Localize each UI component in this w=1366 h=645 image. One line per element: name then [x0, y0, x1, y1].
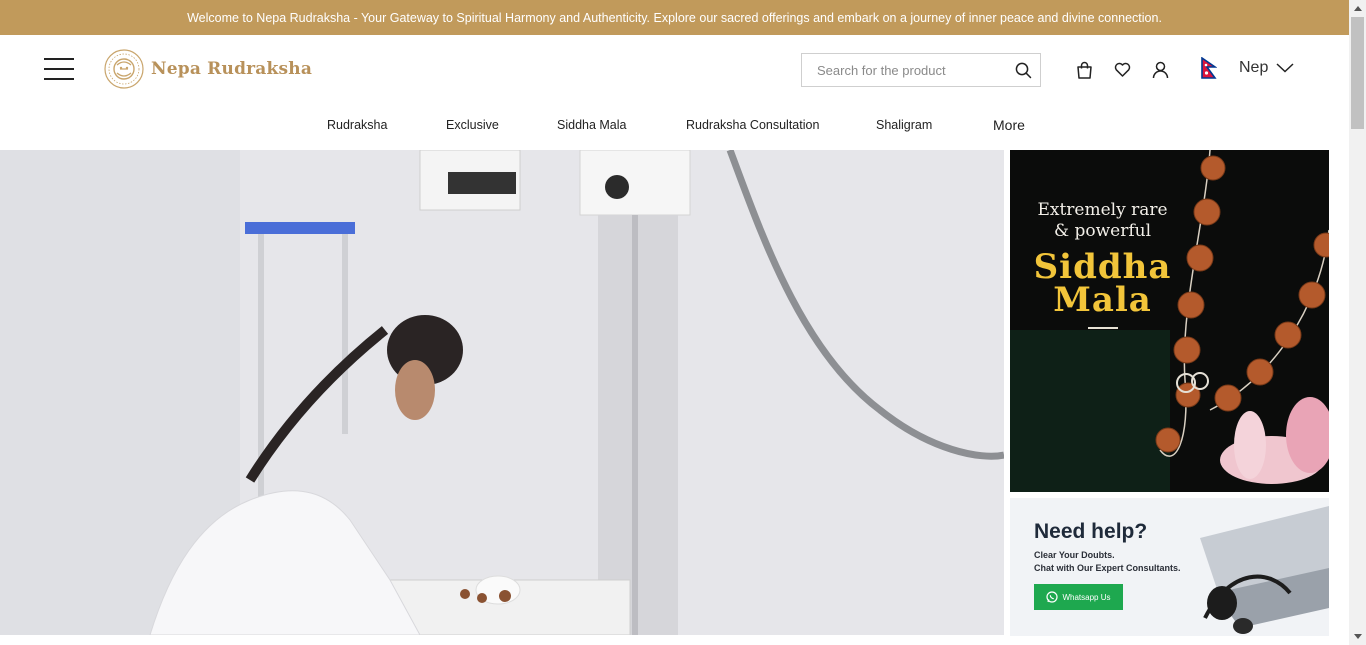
cart-button[interactable] — [1074, 60, 1094, 80]
wishlist-button[interactable] — [1112, 60, 1132, 80]
scroll-thumb[interactable] — [1351, 17, 1364, 129]
site-logo[interactable]: Nepa Rudraksha — [103, 48, 312, 90]
rudraksha-logo-icon — [104, 49, 144, 89]
country-label: Nep — [1239, 59, 1269, 76]
search-button[interactable] — [1006, 54, 1040, 86]
siddha-mala-promo[interactable]: Extremely rare & powerful Siddha Mala — [1010, 150, 1329, 492]
promo-tagline-2: & powerful — [1053, 221, 1152, 241]
site-header: Nepa Rudraksha Search for the product Ne… — [0, 35, 1349, 105]
shopping-bag-icon — [1076, 61, 1092, 79]
whatsapp-button[interactable]: Whatsapp Us — [1034, 584, 1123, 610]
hero-banner[interactable] — [0, 150, 1004, 635]
nav-item-more[interactable]: More — [993, 117, 1025, 133]
whatsapp-button-label: Whatsapp Us — [1062, 592, 1111, 602]
search-box — [801, 53, 1041, 87]
nav-item-rudraksha-consultation[interactable]: Rudraksha Consultation — [686, 118, 819, 132]
nepal-flag-icon — [1201, 57, 1217, 79]
hero-lab-image — [0, 150, 1004, 635]
scroll-down-arrow-icon[interactable] — [1349, 628, 1366, 645]
promo-tagline-1: Extremely rare — [1037, 200, 1168, 220]
announcement-text: Welcome to Nepa Rudraksha - Your Gateway… — [187, 10, 1162, 25]
user-icon — [1152, 61, 1168, 79]
logo-text: Nepa Rudraksha — [151, 59, 313, 79]
chevron-down-icon — [1276, 63, 1294, 73]
main-nav: Rudraksha Exclusive Siddha Mala Rudraksh… — [0, 105, 1349, 150]
whatsapp-icon — [1046, 591, 1059, 603]
need-help-promo[interactable]: Need help? Clear Your Doubts. Chat with … — [1010, 498, 1329, 636]
announcement-bar: Welcome to Nepa Rudraksha - Your Gateway… — [0, 0, 1349, 35]
need-help-line-2: Chat with Our Expert Consultants. — [1034, 563, 1181, 573]
need-help-line-1: Clear Your Doubts. — [1034, 550, 1115, 560]
hamburger-menu-icon[interactable] — [44, 58, 74, 80]
page-scrollbar[interactable] — [1349, 0, 1366, 645]
heart-icon — [1114, 62, 1130, 77]
nav-item-rudraksha[interactable]: Rudraksha — [327, 118, 387, 132]
country-selector[interactable]: Nep — [1201, 57, 1294, 79]
search-input[interactable] — [802, 62, 1006, 78]
need-help-title: Need help? — [1034, 520, 1148, 543]
nav-item-siddha-mala[interactable]: Siddha Mala — [557, 118, 627, 132]
page: Welcome to Nepa Rudraksha - Your Gateway… — [0, 0, 1366, 645]
promo-title-mala: Mala — [1053, 280, 1152, 320]
promo-divider — [1088, 327, 1118, 329]
account-button[interactable] — [1150, 60, 1170, 80]
search-icon — [1015, 62, 1031, 78]
scroll-up-arrow-icon[interactable] — [1349, 0, 1366, 17]
nav-item-exclusive[interactable]: Exclusive — [446, 118, 499, 132]
nav-item-shaligram[interactable]: Shaligram — [876, 118, 932, 132]
